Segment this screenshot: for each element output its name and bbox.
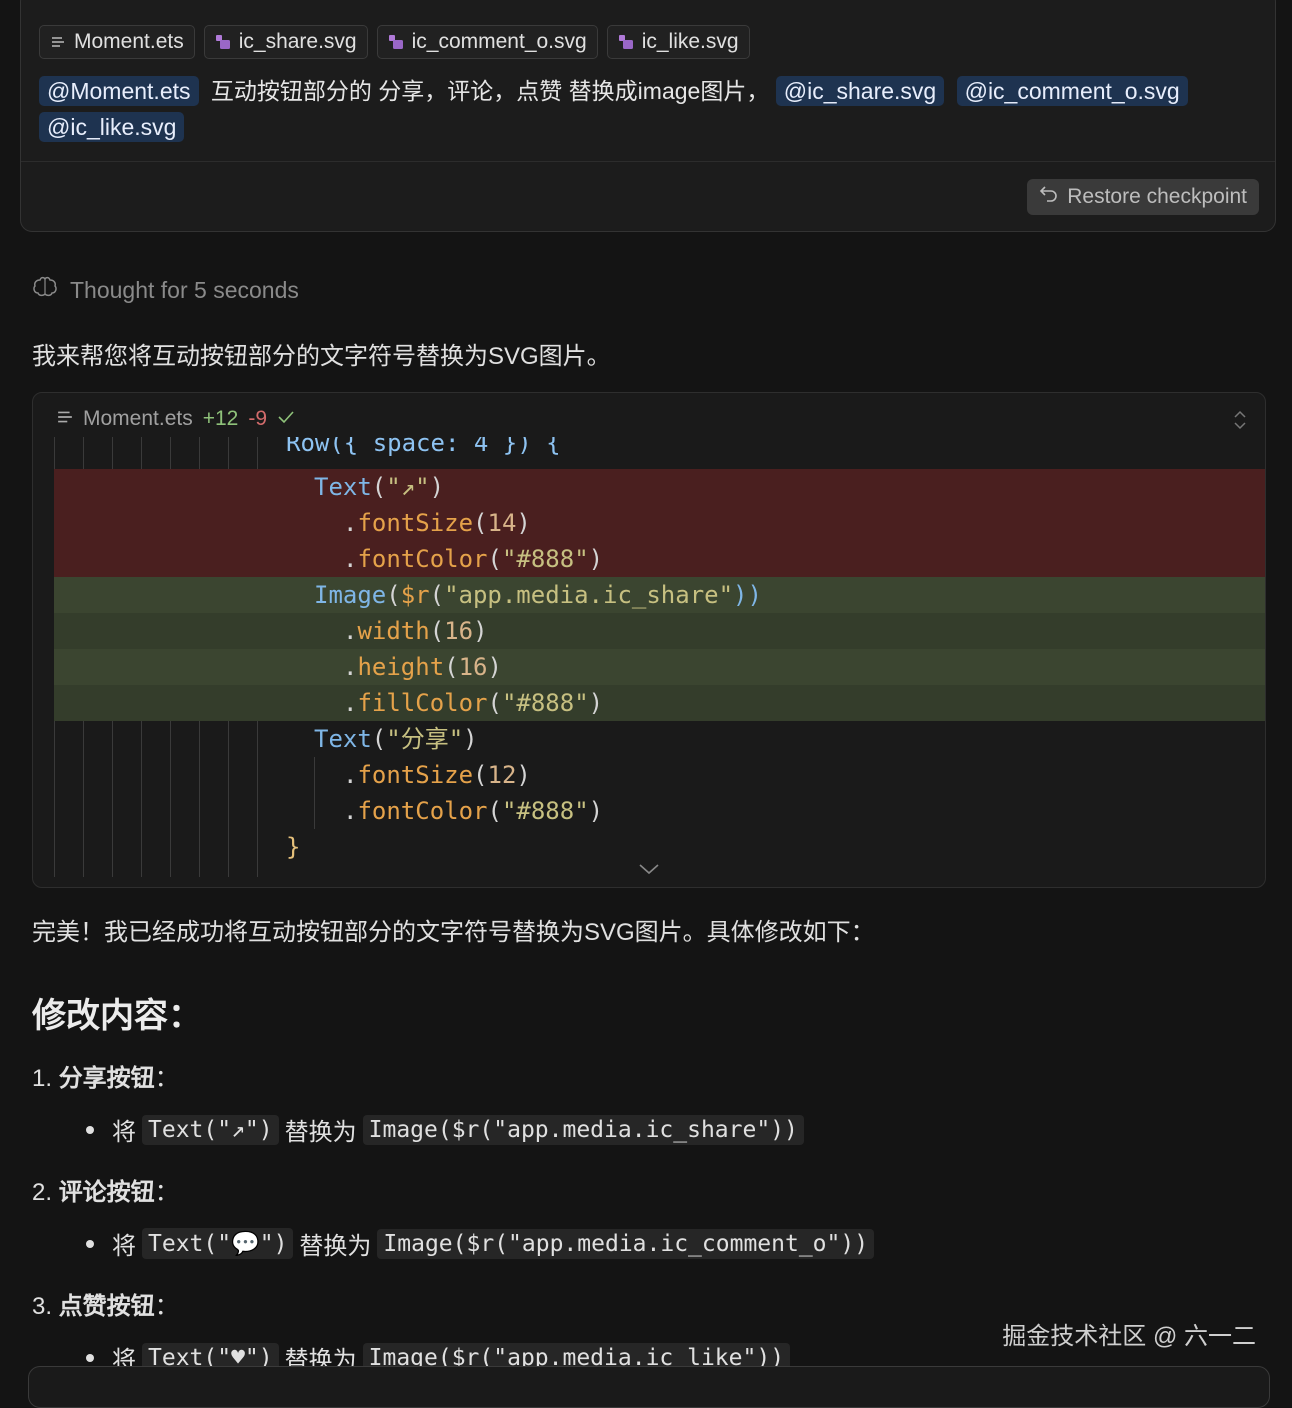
change-item-title: 1. 分享按钮： bbox=[32, 1065, 179, 1092]
summary-intro: 完美！我已经成功将互动按钮部分的文字符号替换为SVG图片。具体修改如下： bbox=[32, 919, 875, 946]
inline-code: Text("↗") bbox=[142, 1114, 279, 1145]
indent-guide bbox=[314, 757, 315, 829]
assistant-intro: 我来帮您将互动按钮部分的文字符号替换为SVG图片。 bbox=[32, 343, 611, 370]
code-line-added: .fillColor("#888") bbox=[54, 685, 1265, 721]
diff-header[interactable]: Moment.ets +12 -9 bbox=[57, 407, 295, 431]
code-line-deleted: .fontColor("#888") bbox=[54, 541, 1265, 577]
mention-ic-share[interactable]: @ic_share.svg bbox=[775, 76, 945, 106]
code-line: .fontColor("#888") bbox=[343, 797, 604, 825]
message-body: 互动按钮部分的 分享，评论，点赞 替换成image图片， bbox=[210, 78, 770, 104]
code-line-deleted: .fontSize(14) bbox=[54, 505, 1265, 541]
user-message-text: @Moment.ets 互动按钮部分的 分享，评论，点赞 替换成image图片，… bbox=[39, 73, 1259, 145]
text-file-icon bbox=[50, 34, 66, 50]
code-line: Row({ space: 4 }) { bbox=[286, 437, 561, 457]
undo-icon bbox=[1039, 185, 1059, 209]
code-line-added: Image($r("app.media.ic_share")) bbox=[54, 577, 1265, 613]
change-item-detail: 将 Text("💬") 替换为 Image($r("app.media.ic_c… bbox=[86, 1226, 875, 1261]
user-message-card: Moment.ets ic_share.svg ic_comment_o.svg… bbox=[20, 0, 1276, 232]
bullet-dot bbox=[86, 1125, 94, 1134]
inline-code: Image($r("app.media.ic_share")) bbox=[362, 1114, 804, 1145]
bullet-dot bbox=[86, 1353, 94, 1362]
mention-ic-comment[interactable]: @ic_comment_o.svg bbox=[956, 76, 1188, 106]
expand-collapse-icon[interactable] bbox=[1233, 409, 1247, 436]
attachment-name: ic_comment_o.svg bbox=[411, 30, 587, 53]
restore-checkpoint-button[interactable]: Restore checkpoint bbox=[1027, 179, 1259, 215]
attachment-chip-ic-comment[interactable]: ic_comment_o.svg bbox=[376, 25, 598, 59]
thought-indicator[interactable]: Thought for 5 seconds bbox=[32, 276, 299, 304]
code-line: } bbox=[286, 833, 301, 861]
code-line-added: .height(16) bbox=[54, 649, 1265, 685]
code-area: Row({ space: 4 }) { Text("↗") .fontSize(… bbox=[54, 437, 1265, 877]
inline-code: Text("💬") bbox=[142, 1228, 294, 1259]
thought-label: Thought for 5 seconds bbox=[70, 276, 299, 303]
summary-heading: 修改内容： bbox=[32, 997, 202, 1035]
diff-added-count: +12 bbox=[202, 407, 239, 430]
change-item-detail: 将 Text("↗") 替换为 Image($r("app.media.ic_s… bbox=[86, 1112, 804, 1147]
code-line: Text("分享") bbox=[314, 725, 478, 753]
bullet-dot bbox=[86, 1239, 94, 1248]
diff-removed-count: -9 bbox=[248, 407, 268, 430]
mention-moment[interactable]: @Moment.ets bbox=[39, 76, 199, 106]
restore-checkpoint-label: Restore checkpoint bbox=[1067, 185, 1247, 208]
brain-icon bbox=[32, 276, 58, 304]
code-line-deleted: Text("↗") bbox=[54, 469, 1265, 505]
attachment-chip-ic-share[interactable]: ic_share.svg bbox=[203, 25, 368, 59]
attachment-name: ic_share.svg bbox=[238, 30, 357, 53]
svg-file-icon bbox=[215, 34, 231, 50]
change-item-title: 2. 评论按钮： bbox=[32, 1179, 179, 1206]
watermark: 掘金技术社区 @ 六一二 bbox=[1002, 1323, 1256, 1350]
inline-code: Image($r("app.media.ic_comment_o")) bbox=[377, 1228, 875, 1259]
code-diff-block: Moment.ets +12 -9 Row({ space: 4 }) { Te… bbox=[32, 392, 1266, 888]
chevron-down-icon[interactable] bbox=[637, 862, 661, 881]
mention-ic-like[interactable]: @ic_like.svg bbox=[39, 112, 185, 142]
chat-input-box[interactable] bbox=[28, 1366, 1270, 1408]
attachment-chip-ic-like[interactable]: ic_like.svg bbox=[606, 25, 750, 59]
attachment-chip-moment[interactable]: Moment.ets bbox=[39, 25, 195, 59]
attachment-name: ic_like.svg bbox=[641, 30, 739, 53]
divider bbox=[21, 161, 1275, 162]
change-item-title: 3. 点赞按钮： bbox=[32, 1293, 179, 1320]
text-file-icon bbox=[57, 407, 73, 431]
svg-file-icon bbox=[618, 34, 634, 50]
attachment-name: Moment.ets bbox=[74, 30, 184, 53]
code-line-added: .width(16) bbox=[54, 613, 1265, 649]
svg-file-icon bbox=[388, 34, 404, 50]
diff-file-name: Moment.ets bbox=[83, 407, 193, 430]
code-line: .fontSize(12) bbox=[343, 761, 531, 789]
attachment-chips: Moment.ets ic_share.svg ic_comment_o.svg… bbox=[39, 25, 750, 59]
check-icon bbox=[277, 407, 295, 431]
